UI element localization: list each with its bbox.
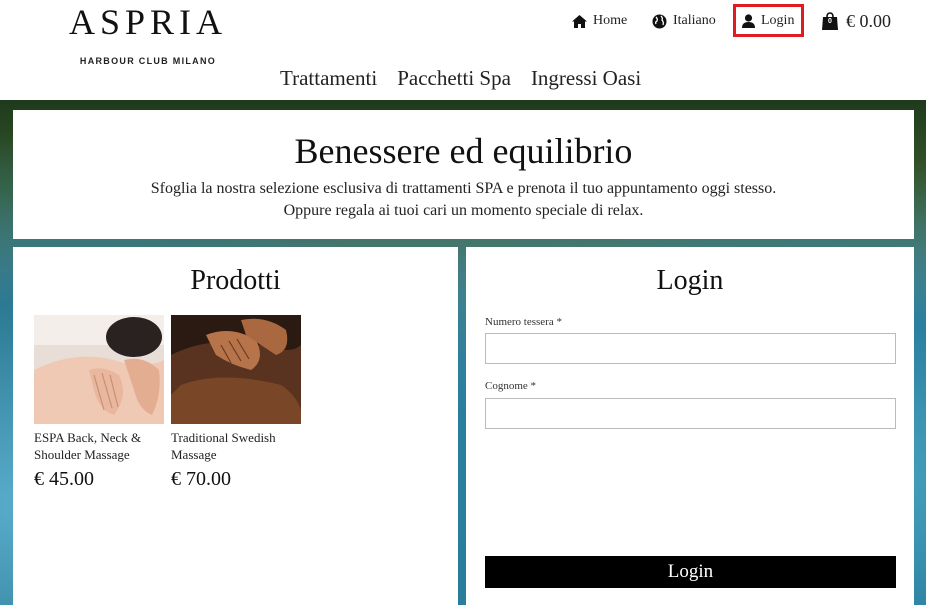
- brand-subtitle: HARBOUR CLUB MILANO: [79, 56, 217, 66]
- shopping-bag-icon: 0: [822, 12, 838, 30]
- product-list: ESPA Back, Neck & Shoulder Massage € 45.…: [34, 315, 301, 491]
- brand-name: ASPRIA: [68, 2, 228, 42]
- product-image[interactable]: [34, 315, 164, 424]
- language-selector[interactable]: Italiano: [652, 6, 716, 36]
- main-navigation: Trattamenti Pacchetti Spa Ingressi Oasi: [280, 66, 641, 91]
- surname-label: Cognome *: [485, 380, 537, 392]
- product-image[interactable]: [171, 315, 301, 424]
- product-name[interactable]: Traditional Swedish Massage: [171, 429, 301, 463]
- product-name[interactable]: ESPA Back, Neck & Shoulder Massage: [34, 429, 164, 463]
- login-panel: Login Numero tessera * Cognome * Login: [466, 247, 914, 605]
- nav-home-label: Home: [593, 13, 628, 28]
- nav-home-link[interactable]: Home: [572, 6, 627, 36]
- nav-login-label: Login: [761, 12, 795, 28]
- login-button[interactable]: Login: [485, 556, 896, 588]
- products-heading: Prodotti: [190, 265, 281, 296]
- products-panel: Prodotti ESPA Back, Neck & Shoulder Mass…: [13, 247, 458, 605]
- product-card[interactable]: Traditional Swedish Massage € 70.00: [171, 315, 301, 491]
- user-icon: [742, 13, 755, 28]
- cart-link[interactable]: 0 € 0.00: [822, 6, 891, 36]
- card-number-label: Numero tessera *: [485, 316, 562, 328]
- surname-input[interactable]: [485, 398, 896, 429]
- language-label: Italiano: [673, 13, 716, 28]
- product-price: € 70.00: [171, 468, 231, 490]
- site-header: ASPRIA HARBOUR CLUB MILANO Home Italiano…: [0, 0, 926, 100]
- card-number-input[interactable]: [485, 333, 896, 364]
- login-heading: Login: [656, 265, 724, 296]
- hero-line-2: Oppure regala ai tuoi cari un momento sp…: [283, 202, 644, 219]
- brand-logo[interactable]: ASPRIA HARBOUR CLUB MILANO: [58, 2, 238, 66]
- nav-login-link[interactable]: Login: [733, 4, 804, 37]
- hero-line-1: Sfoglia la nostra selezione esclusiva di…: [150, 180, 777, 197]
- product-card[interactable]: ESPA Back, Neck & Shoulder Massage € 45.…: [34, 315, 164, 491]
- nav-trattamenti[interactable]: Trattamenti: [280, 66, 377, 91]
- nav-pacchetti-spa[interactable]: Pacchetti Spa: [397, 66, 511, 91]
- hero-section: Benessere ed equilibrio Sfoglia la nostr…: [13, 110, 914, 239]
- nav-ingressi-oasi[interactable]: Ingressi Oasi: [531, 66, 641, 91]
- hero-text: Sfoglia la nostra selezione esclusiva di…: [13, 178, 914, 222]
- product-price: € 45.00: [34, 468, 94, 490]
- globe-icon: [652, 14, 667, 28]
- hero-title: Benessere ed equilibrio: [294, 131, 633, 171]
- cart-count: 0: [828, 18, 832, 25]
- home-icon: [572, 14, 587, 28]
- cart-total: € 0.00: [846, 10, 891, 31]
